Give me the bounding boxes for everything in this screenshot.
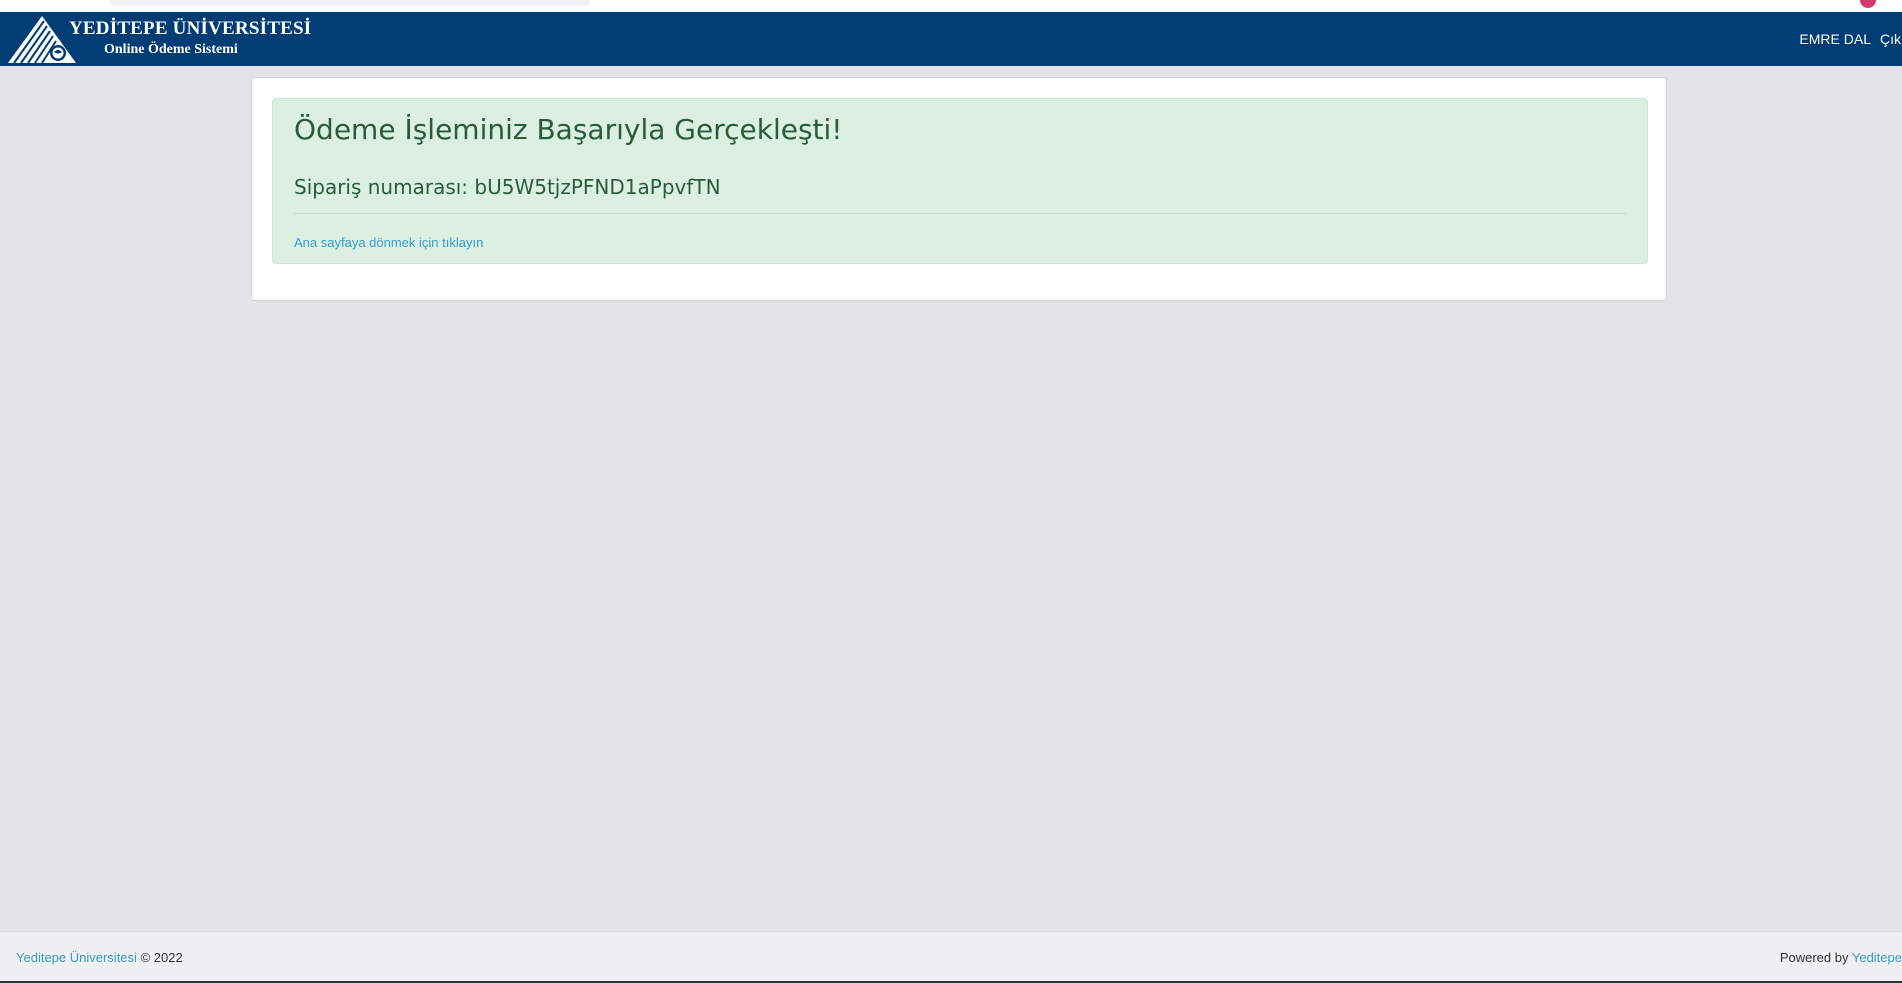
order-number-line: Sipariş numarası: bU5W5tjzPFND1aPpvfTN — [294, 175, 721, 199]
powered-by-link[interactable]: Yeditepe — [1852, 950, 1902, 965]
brand-title: YEDİTEPE ÜNİVERSİTESİ — [69, 18, 312, 39]
footer-copyright: Yeditepe Üniversitesi © 2022 — [16, 950, 183, 965]
order-number-label: Sipariş numarası: — [294, 175, 469, 199]
user-name-link[interactable]: EMRE DAL — [1799, 31, 1871, 47]
success-alert: Ödeme İşleminiz Başarıyla Gerçekleşti! S… — [272, 98, 1648, 264]
powered-by-label: Powered by — [1779, 950, 1849, 965]
order-number-value: bU5W5tjzPFND1aPpvfTN — [474, 175, 721, 199]
content-panel: Ödeme İşleminiz Başarıyla Gerçekleşti! S… — [251, 77, 1667, 301]
logout-link[interactable]: Çıkış — [1880, 31, 1902, 47]
user-nav: EMRE DAL Çıkış — [1799, 31, 1902, 47]
footer-powered-by: Powered by Yeditepe — [1780, 950, 1902, 965]
copyright-text: © 2022 — [140, 950, 183, 965]
address-bar-edge[interactable] — [110, 0, 590, 6]
alert-divider — [294, 213, 1626, 214]
brand-subtitle: Online Ödeme Sistemi — [104, 42, 238, 57]
top-navbar: YEDİTEPE ÜNİVERSİTESİ Online Ödeme Siste… — [0, 12, 1902, 66]
home-page-link[interactable]: Ana sayfaya dönmek için tıklayın — [294, 235, 483, 250]
university-footer-link[interactable]: Yeditepe Üniversitesi — [16, 950, 137, 965]
page-footer: Yeditepe Üniversitesi © 2022 Powered by … — [0, 931, 1902, 981]
browser-top-strip — [0, 0, 1902, 12]
profile-avatar-icon[interactable] — [1860, 0, 1876, 8]
university-logo-icon[interactable] — [8, 15, 76, 65]
success-heading: Ödeme İşleminiz Başarıyla Gerçekleşti! — [294, 113, 843, 146]
